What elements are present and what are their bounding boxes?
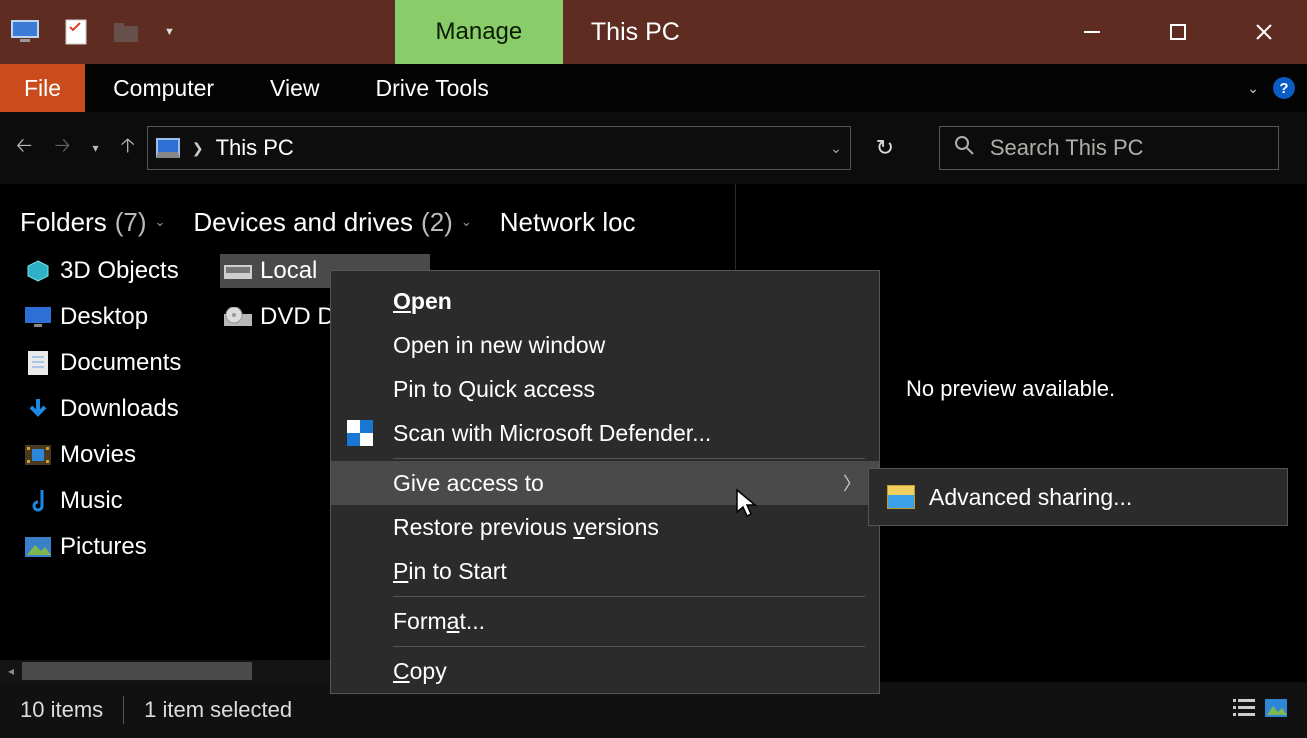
- ctx-restore-previous[interactable]: Restore previous versions: [331, 505, 879, 549]
- monitor-icon: [24, 306, 52, 328]
- status-selected-count: 1 item selected: [144, 697, 292, 723]
- minimize-button[interactable]: [1049, 0, 1135, 64]
- help-icon[interactable]: ?: [1273, 77, 1295, 99]
- devices-header-label: Devices and drives: [193, 207, 413, 238]
- details-view-button[interactable]: [1233, 697, 1255, 723]
- recent-chevron-icon[interactable]: ▾: [92, 141, 98, 155]
- people-icon: [887, 485, 915, 509]
- breadcrumb[interactable]: This PC: [216, 135, 294, 161]
- folder-desktop[interactable]: Desktop: [20, 300, 220, 334]
- film-icon: [24, 444, 52, 466]
- context-submenu: Advanced sharing...: [868, 468, 1288, 526]
- download-arrow-icon: [24, 398, 52, 420]
- folder-movies[interactable]: Movies: [20, 438, 220, 472]
- window-title: This PC: [563, 0, 680, 64]
- group-header-folders[interactable]: Folders (7) ⌄: [20, 207, 165, 238]
- address-history-chevron-icon[interactable]: ⌄: [830, 140, 842, 157]
- cube-icon: [24, 260, 52, 282]
- maximize-button[interactable]: [1135, 0, 1221, 64]
- item-label: 3D Objects: [60, 257, 179, 285]
- folder-music[interactable]: Music: [20, 484, 220, 518]
- new-folder-icon[interactable]: [110, 20, 142, 44]
- folders-header-count: (7): [115, 207, 147, 238]
- address-bar[interactable]: ❯ This PC ⌄: [147, 126, 851, 170]
- context-menu: Open Open in new window Pin to Quick acc…: [330, 270, 880, 694]
- ribbon: File Computer View Drive Tools ⌄ ?: [0, 64, 1307, 112]
- refresh-button[interactable]: ↻: [863, 126, 907, 170]
- ribbon-chevron-icon[interactable]: ⌄: [1247, 80, 1259, 97]
- ctx-format[interactable]: Format...: [331, 599, 879, 643]
- up-button[interactable]: 🡡: [120, 131, 134, 165]
- group-header-devices[interactable]: Devices and drives (2) ⌄: [193, 207, 471, 238]
- ctx-open-new-window[interactable]: Open in new window: [331, 323, 879, 367]
- music-note-icon: [24, 490, 52, 512]
- folders-header-label: Folders: [20, 207, 107, 238]
- folder-pictures[interactable]: Pictures: [20, 530, 220, 564]
- tab-computer[interactable]: Computer: [85, 64, 242, 112]
- submenu-arrow-icon: 〉: [843, 470, 861, 496]
- folder-documents[interactable]: Documents: [20, 346, 220, 380]
- search-input[interactable]: Search This PC: [939, 126, 1279, 170]
- qat-customize-chevron-icon[interactable]: ▼: [160, 26, 175, 38]
- forward-button[interactable]: 🡢: [54, 131, 70, 165]
- ctx-item-label: Give access to: [393, 470, 544, 497]
- scroll-left-icon[interactable]: ◂: [0, 664, 22, 678]
- folder-downloads[interactable]: Downloads: [20, 392, 220, 426]
- ctx-give-access-to[interactable]: Give access to 〉: [331, 461, 879, 505]
- search-icon: [954, 135, 974, 161]
- item-label: Local: [260, 257, 317, 285]
- title-bar: ▼ Manage This PC: [0, 0, 1307, 64]
- ctx-pin-start[interactable]: Pin to Start: [331, 549, 879, 593]
- defender-shield-icon: [345, 418, 375, 448]
- tab-view[interactable]: View: [242, 64, 347, 112]
- item-label: DVD D: [260, 303, 335, 331]
- item-label: Movies: [60, 441, 136, 469]
- item-label: Desktop: [60, 303, 148, 331]
- item-label: Music: [60, 487, 123, 515]
- item-label: Documents: [60, 349, 181, 377]
- search-placeholder: Search This PC: [990, 135, 1144, 161]
- breadcrumb-separator-icon[interactable]: ❯: [192, 140, 204, 157]
- ctx-copy[interactable]: Copy: [331, 649, 879, 693]
- status-item-count: 10 items: [20, 697, 103, 723]
- submenu-item-label: Advanced sharing...: [929, 484, 1132, 511]
- drive-icon: [224, 260, 252, 282]
- ctx-item-label: Scan with Microsoft Defender...: [393, 420, 711, 447]
- monitor-icon[interactable]: [10, 20, 42, 44]
- context-tab-manage[interactable]: Manage: [395, 0, 563, 64]
- status-separator: [123, 696, 124, 724]
- back-button[interactable]: 🡠: [16, 131, 32, 165]
- item-label: Downloads: [60, 395, 179, 423]
- network-header-label: Network loc: [500, 207, 636, 238]
- ctx-pin-quick-access[interactable]: Pin to Quick access: [331, 367, 879, 411]
- close-button[interactable]: [1221, 0, 1307, 64]
- file-tab[interactable]: File: [0, 64, 85, 112]
- tab-drive-tools[interactable]: Drive Tools: [347, 64, 516, 112]
- item-label: Pictures: [60, 533, 147, 561]
- picture-icon: [24, 536, 52, 558]
- preview-message: No preview available.: [906, 376, 1115, 402]
- ctx-scan-defender[interactable]: Scan with Microsoft Defender...: [331, 411, 879, 455]
- ctx-open[interactable]: Open: [331, 279, 879, 323]
- disc-drive-icon: [224, 306, 252, 328]
- submenu-advanced-sharing[interactable]: Advanced sharing...: [869, 469, 1287, 525]
- devices-header-count: (2): [421, 207, 453, 238]
- navigation-bar: 🡠 🡢 ▾ 🡡 ❯ This PC ⌄ ↻ Search This PC: [0, 112, 1307, 184]
- thumbnails-view-button[interactable]: [1265, 697, 1287, 723]
- group-header-network[interactable]: Network loc: [500, 207, 636, 238]
- scroll-thumb[interactable]: [22, 662, 252, 680]
- properties-page-icon[interactable]: [60, 20, 92, 44]
- document-icon: [24, 352, 52, 374]
- location-monitor-icon: [156, 138, 180, 158]
- folder-3d-objects[interactable]: 3D Objects: [20, 254, 220, 288]
- quick-access-toolbar: ▼: [0, 0, 175, 64]
